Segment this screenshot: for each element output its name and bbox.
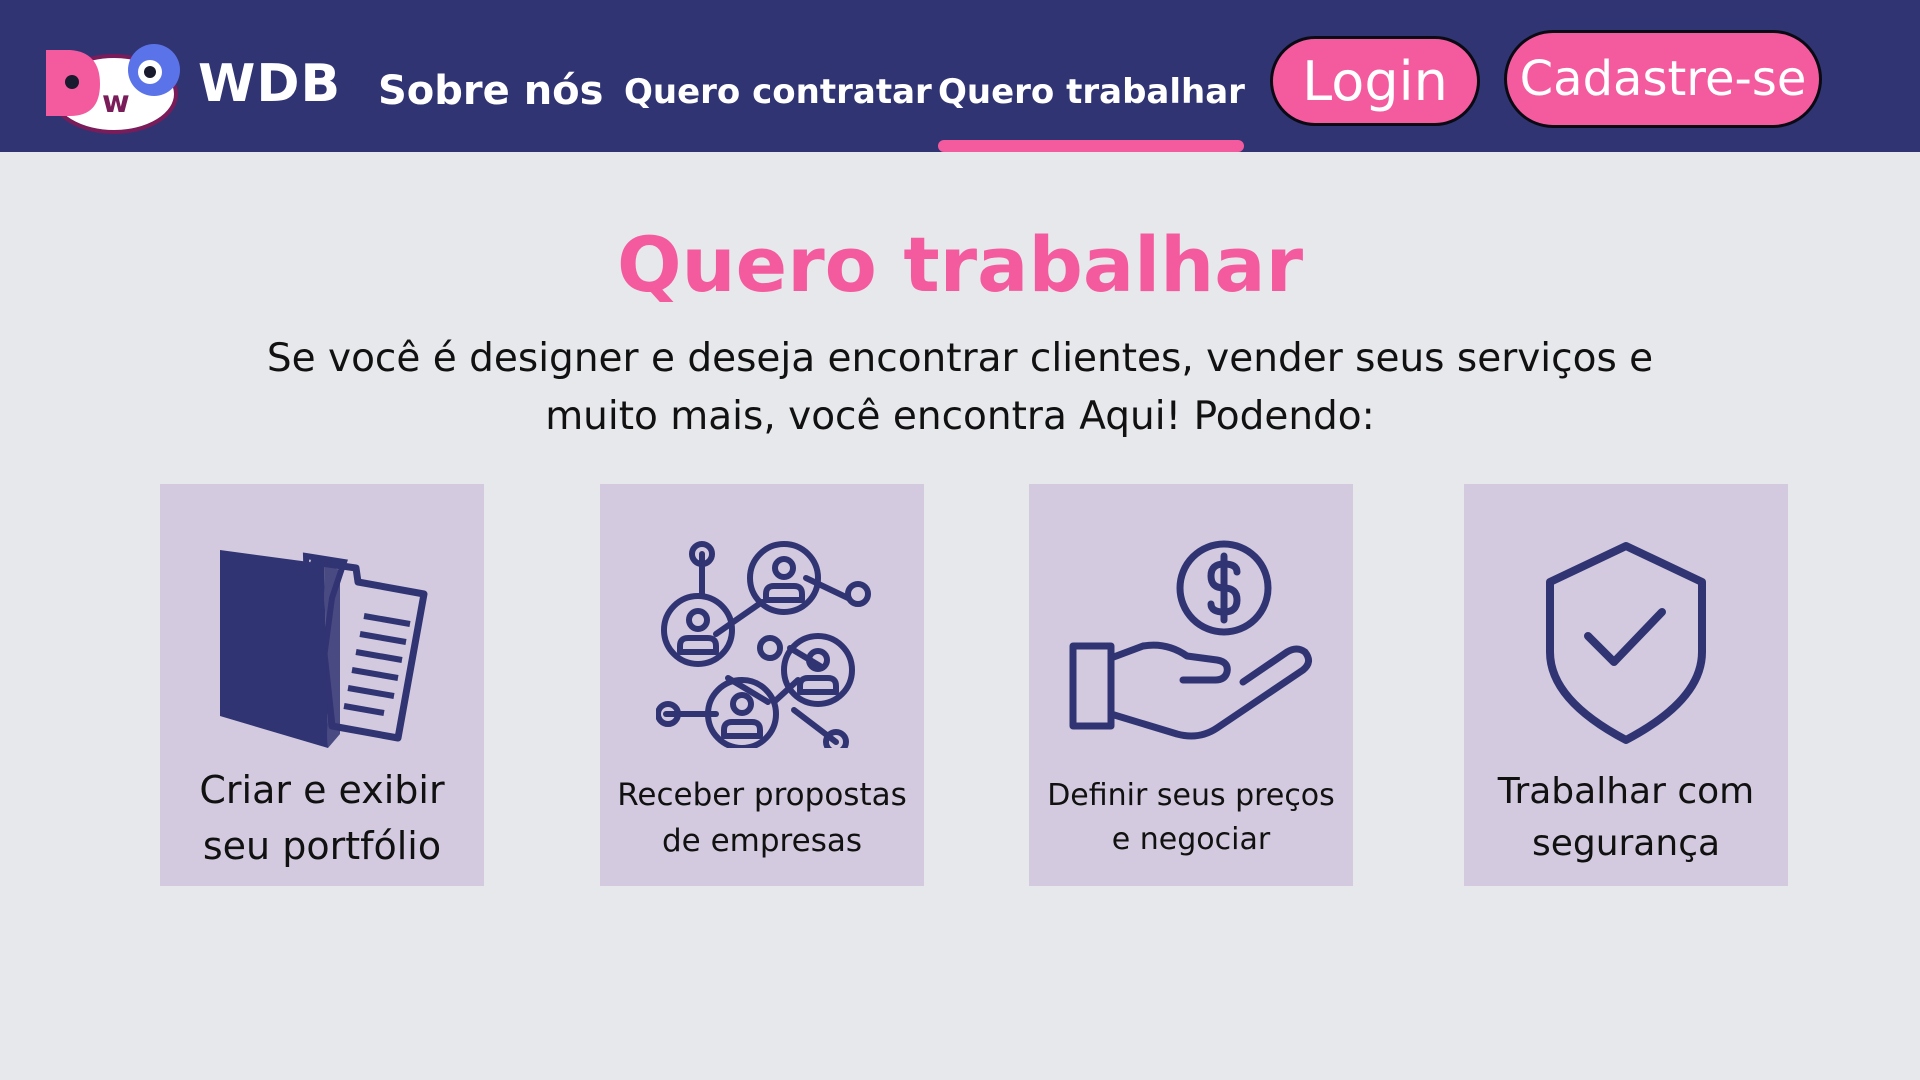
login-button[interactable]: Login [1270,36,1480,126]
active-nav-indicator [938,140,1244,152]
hand-dollar-coin-icon [1069,540,1312,740]
network-people-icon [656,541,871,748]
intro-line-1: Se você é designer e deseja encontrar cl… [266,336,1654,381]
feature-card-security: Trabalhar com segurança [1464,484,1788,886]
svg-text:w: w [102,85,130,120]
nav-sobre-nos[interactable]: Sobre nós [378,68,603,114]
intro-line-2: muito mais, você encontra Aqui! Podendo: [545,394,1375,439]
feature-card-portfolio: Criar e exibir seu portfólio [160,484,484,886]
feature-label-pricing: Definir seus preços e negociar [1047,778,1335,857]
feature-label-portfolio: Criar e exibir seu portfólio [199,768,445,868]
nav-quero-contratar[interactable]: Quero contratar [624,72,932,112]
feature-card-pricing: Definir seus preços e negociar [1029,484,1353,886]
brand-name[interactable]: WDB [198,54,341,114]
signup-button[interactable]: Cadastre-se [1504,30,1822,128]
logo-mark-icon: w [46,44,180,134]
nav-quero-trabalhar[interactable]: Quero trabalhar [938,72,1245,112]
feature-label-security: Trabalhar com segurança [1497,771,1755,864]
feature-label-proposals: Receber propostas de empresas [617,777,907,859]
feature-card-proposals: Receber propostas de empresas [600,484,924,886]
shield-check-icon [1546,542,1706,744]
top-navbar: w WDB Sobre nós Quero contratar Quero tr… [0,0,1920,152]
wdb-logo[interactable]: w [42,42,192,134]
portfolio-folder-icon [220,550,428,748]
page-title: Quero trabalhar [616,220,1304,309]
intro-text: Se você é designer e deseja encontrar cl… [260,330,1660,446]
